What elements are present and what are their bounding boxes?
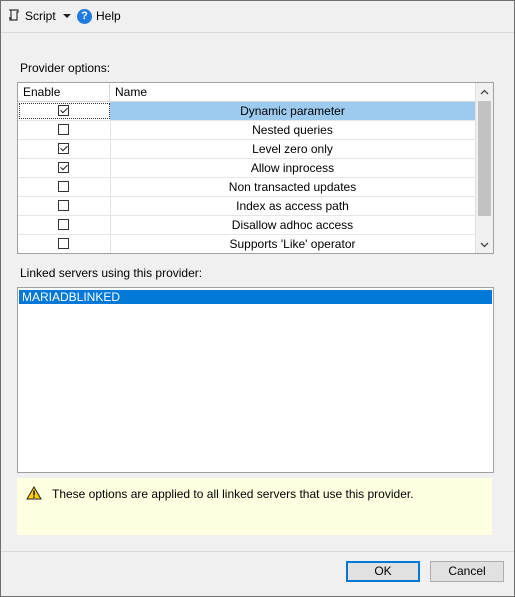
help-button[interactable]: ? Help [77, 7, 121, 25]
warning-icon [26, 486, 42, 500]
grid-rows: Dynamic parameter Nested queries Level zer… [18, 102, 475, 253]
enable-checkbox[interactable] [58, 124, 69, 135]
table-row[interactable]: Dynamic parameter [18, 102, 475, 121]
grid-header: Enable Name [18, 83, 475, 102]
help-label: Help [96, 9, 121, 23]
enable-checkbox[interactable] [58, 162, 69, 173]
option-name: Allow inprocess [250, 161, 335, 175]
grid-scrollbar[interactable] [475, 83, 493, 253]
enable-cell [18, 102, 111, 120]
enable-cell [18, 197, 111, 215]
info-panel: These options are applied to all linked … [17, 478, 492, 535]
enable-checkbox[interactable] [58, 200, 69, 211]
help-icon: ? [77, 8, 92, 24]
ok-button[interactable]: OK [346, 561, 420, 582]
toolbar: Script ? Help [1, 1, 514, 33]
option-name: Supports 'Like' operator [229, 237, 356, 251]
cancel-button[interactable]: Cancel [430, 561, 504, 582]
enable-checkbox[interactable] [58, 219, 69, 230]
scrollbar-thumb[interactable] [478, 101, 491, 216]
info-text: These options are applied to all linked … [52, 487, 414, 501]
option-name: Nested queries [252, 123, 333, 137]
option-name: Non transacted updates [228, 180, 357, 194]
provider-options-dialog: Script ? Help Provider options: Enable N… [0, 0, 515, 597]
table-row[interactable]: Supports 'Like' operator [18, 235, 475, 253]
scroll-down-chevron-icon[interactable] [476, 236, 493, 253]
enable-cell [18, 159, 111, 177]
linked-servers-list: MARIADBLINKED [17, 287, 494, 473]
script-dropdown-chevron-down-icon[interactable] [63, 14, 71, 18]
enable-cell [18, 216, 111, 234]
column-header-name[interactable]: Name [110, 83, 475, 101]
enable-checkbox[interactable] [58, 143, 69, 154]
table-row[interactable]: Non transacted updates [18, 178, 475, 197]
list-item-linked-server[interactable]: MARIADBLINKED [19, 290, 492, 304]
enable-checkbox[interactable] [58, 105, 69, 116]
enable-checkbox[interactable] [58, 238, 69, 249]
option-name: Dynamic parameter [110, 102, 475, 120]
scroll-up-chevron-icon[interactable] [476, 83, 493, 100]
linked-servers-label: Linked servers using this provider: [20, 266, 203, 280]
option-name: Level zero only [252, 142, 333, 156]
enable-cell [18, 235, 111, 253]
provider-options-label: Provider options: [20, 61, 111, 75]
script-icon [7, 8, 21, 25]
option-name: Index as access path [236, 199, 349, 213]
script-label: Script [25, 9, 56, 23]
script-button[interactable]: Script [7, 7, 56, 25]
table-row[interactable]: Index as access path [18, 197, 475, 216]
column-header-enable[interactable]: Enable [18, 83, 110, 101]
option-name: Disallow adhoc access [231, 218, 354, 232]
provider-options-grid: Enable Name Dynamic parameter Nested quer… [17, 82, 494, 254]
enable-checkbox[interactable] [58, 181, 69, 192]
enable-cell [18, 140, 111, 158]
table-row[interactable]: Nested queries [18, 121, 475, 140]
table-row[interactable]: Allow inprocess [18, 159, 475, 178]
table-row[interactable]: Level zero only [18, 140, 475, 159]
enable-cell [18, 178, 111, 196]
divider [1, 551, 514, 552]
table-row[interactable]: Disallow adhoc access [18, 216, 475, 235]
enable-cell [18, 121, 111, 139]
